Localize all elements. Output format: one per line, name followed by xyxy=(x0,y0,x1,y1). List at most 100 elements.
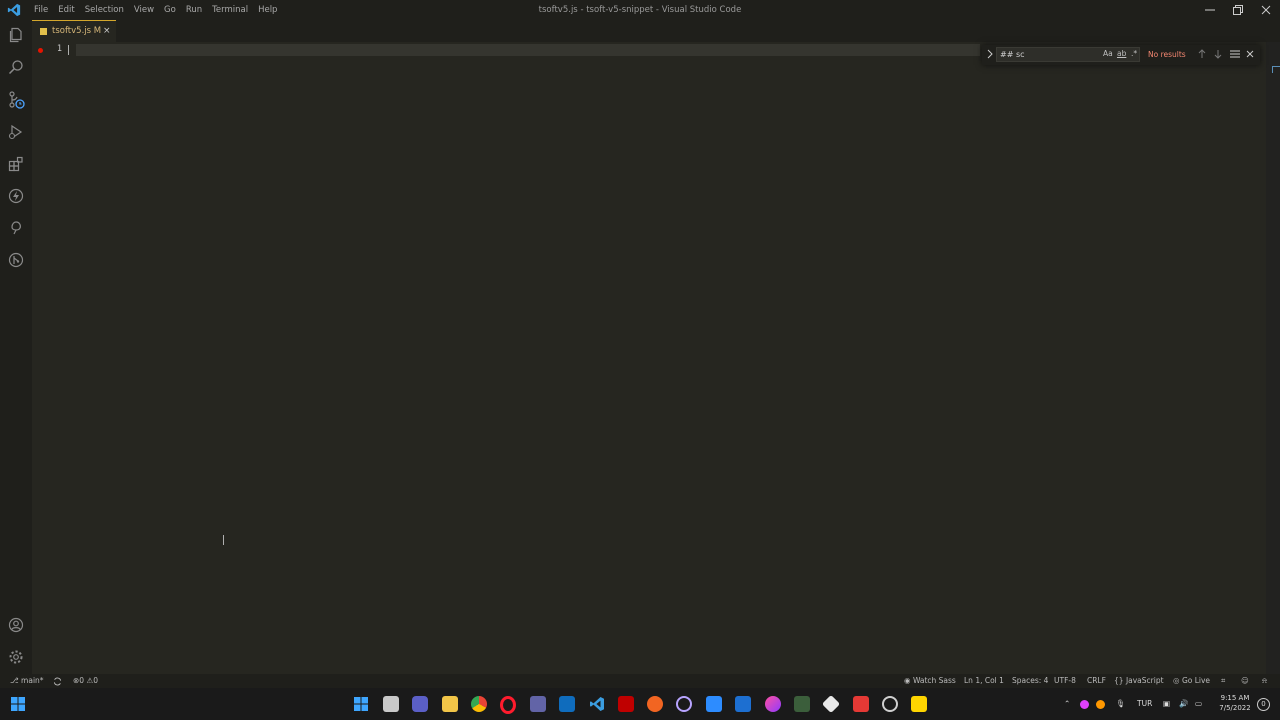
source-control-button[interactable] xyxy=(6,90,26,110)
filezilla-icon[interactable] xyxy=(618,696,634,712)
activity-bar xyxy=(0,20,32,674)
minimap[interactable] xyxy=(1266,42,1280,674)
close-button[interactable] xyxy=(1252,0,1280,20)
close-icon xyxy=(1261,5,1271,15)
toggle-replace-chevron-icon[interactable] xyxy=(986,49,994,59)
bell-icon: ⍾ xyxy=(1262,676,1267,685)
clock-date: 7/5/2022 xyxy=(1219,704,1251,712)
editor-area[interactable]: 1 xyxy=(32,42,1280,674)
network-icon[interactable]: ▣ xyxy=(1163,688,1170,720)
anydesk-icon[interactable] xyxy=(853,696,869,712)
run-debug-icon xyxy=(8,124,23,140)
cursor-position[interactable]: Ln 1, Col 1 xyxy=(964,674,1004,688)
sticky-notes-icon[interactable] xyxy=(911,696,927,712)
lightning-extension-button[interactable] xyxy=(6,186,26,206)
minimize-icon xyxy=(1205,9,1215,11)
previous-match-button[interactable] xyxy=(1196,48,1208,60)
microphone-icon[interactable]: 🎙 xyxy=(1116,688,1126,720)
notification-badge[interactable]: 0 xyxy=(1257,698,1270,711)
git-graph-icon xyxy=(8,252,24,268)
sync-icon xyxy=(53,677,62,685)
battery-icon[interactable]: ▭ xyxy=(1195,688,1202,720)
task-view-icon[interactable] xyxy=(383,696,399,712)
feedback-button[interactable]: ☺ xyxy=(1241,674,1249,688)
teams-chat-icon[interactable] xyxy=(412,696,428,712)
zoom-icon[interactable] xyxy=(706,696,722,712)
opera-icon[interactable] xyxy=(500,696,516,714)
run-debug-button[interactable] xyxy=(6,122,26,142)
search-icon xyxy=(8,60,23,75)
watch-sass-label: Watch Sass xyxy=(912,676,956,685)
tree-extension-button[interactable] xyxy=(6,218,26,238)
accounts-button[interactable] xyxy=(6,615,26,635)
error-count: 0 xyxy=(79,676,85,685)
volume-icon[interactable]: 🔊 xyxy=(1179,688,1188,720)
eye-icon: ◉ xyxy=(904,676,911,685)
git-graph-button[interactable] xyxy=(6,250,26,270)
go-live-button[interactable]: ◎ Go Live xyxy=(1173,674,1210,688)
language-mode[interactable]: {} JavaScript xyxy=(1114,674,1164,688)
find-in-selection-icon xyxy=(1230,50,1240,58)
sync-button[interactable] xyxy=(53,674,62,688)
search-button[interactable] xyxy=(6,57,26,77)
find-result-status: No results xyxy=(1148,50,1186,59)
tray-overflow-chevron-icon[interactable]: ⌃ xyxy=(1064,688,1070,720)
status-bar: ⎇ main* ⊗0 ⚠0 ◉ Watch Sass Ln 1, Col 1 S… xyxy=(0,674,1280,688)
find-widget: ## sc Aa ab .* No results xyxy=(982,45,1260,65)
mouse-ibeam-icon xyxy=(223,535,224,545)
extensions-button[interactable] xyxy=(6,154,26,174)
restore-button[interactable] xyxy=(1224,0,1252,20)
warning-count: 0 xyxy=(93,676,98,685)
problems-status[interactable]: ⊗0 ⚠0 xyxy=(73,674,98,688)
watch-sass-button[interactable]: ◉ Watch Sass xyxy=(904,674,956,688)
github-desktop-icon[interactable] xyxy=(676,696,692,712)
windows-start-left-icon[interactable] xyxy=(11,697,25,711)
window-title: tsoftv5.js - tsoft-v5-snippet - Visual S… xyxy=(538,5,742,15)
close-find-button[interactable] xyxy=(1244,48,1256,60)
input-language[interactable]: TUR xyxy=(1137,688,1152,720)
close-icon xyxy=(1246,50,1254,58)
file-explorer-icon[interactable] xyxy=(442,696,458,712)
tab-tsoftv5-js[interactable]: tsoftv5.js M × xyxy=(32,20,116,42)
accounts-icon xyxy=(8,617,24,633)
clock-app-icon[interactable] xyxy=(882,696,898,712)
find-in-selection-button[interactable] xyxy=(1229,48,1241,60)
branch-status[interactable]: ⎇ main* xyxy=(10,674,44,688)
trello-icon[interactable] xyxy=(735,696,751,712)
git-branch-icon: ⎇ xyxy=(10,676,19,685)
tab-close-icon[interactable]: × xyxy=(103,21,111,42)
excel-tool-icon[interactable] xyxy=(794,696,810,712)
broadcast-icon: ◎ xyxy=(1173,676,1180,685)
outlook-icon[interactable] xyxy=(559,696,575,712)
git-icon[interactable] xyxy=(821,694,841,714)
next-match-button[interactable] xyxy=(1212,48,1224,60)
match-case-toggle[interactable]: Aa xyxy=(1103,49,1113,58)
tray-app2-icon[interactable] xyxy=(1096,700,1105,709)
postman-icon[interactable] xyxy=(647,696,663,712)
figma-app-icon[interactable] xyxy=(765,696,781,712)
windows-start-icon[interactable] xyxy=(354,697,368,711)
manage-button[interactable] xyxy=(6,647,26,667)
taskbar-clock[interactable]: 9:15 AM 7/5/2022 xyxy=(1212,693,1258,713)
vscode-taskbar-icon[interactable] xyxy=(589,696,605,712)
regex-toggle[interactable]: .* xyxy=(1131,49,1137,58)
minimap-slider[interactable] xyxy=(1272,66,1280,73)
tree-icon xyxy=(11,221,21,235)
current-line-highlight xyxy=(76,44,980,56)
line-number: 1 xyxy=(56,44,62,54)
indentation[interactable]: Spaces: 4 xyxy=(1012,674,1048,688)
encoding[interactable]: UTF-8 xyxy=(1054,674,1076,688)
whole-word-toggle[interactable]: ab xyxy=(1117,49,1126,58)
braces-icon: {} xyxy=(1114,676,1124,685)
minimize-button[interactable] xyxy=(1196,0,1224,20)
editor-tab-bar: tsoftv5.js M × xyxy=(32,20,1280,42)
teams-icon[interactable] xyxy=(530,696,546,712)
breakpoint-icon[interactable] xyxy=(38,48,43,53)
end-of-line[interactable]: CRLF xyxy=(1087,674,1106,688)
tray-app-icon[interactable] xyxy=(1080,700,1089,709)
remote-button[interactable]: ⌗ xyxy=(1221,674,1225,688)
notifications-button[interactable]: ⍾ xyxy=(1262,674,1267,688)
chrome-icon[interactable] xyxy=(471,696,487,712)
extensions-icon xyxy=(8,156,23,172)
explorer-button[interactable] xyxy=(6,25,26,45)
